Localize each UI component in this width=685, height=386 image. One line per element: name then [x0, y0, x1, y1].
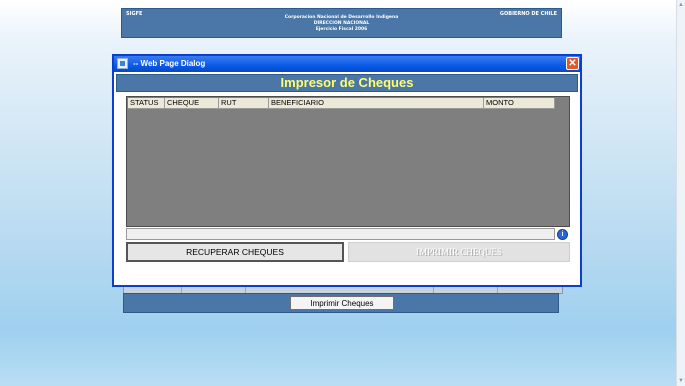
dialog-header: Impresor de Cheques: [116, 74, 578, 92]
column-status[interactable]: STATUS: [128, 98, 165, 109]
recuperar-cheques-button[interactable]: RECUPERAR CHEQUES: [126, 242, 344, 262]
background-print-button[interactable]: Imprimir Cheques: [290, 296, 394, 310]
scroll-up-icon[interactable]: ▲: [678, 2, 684, 8]
column-beneficiario[interactable]: BENEFICIARIO: [269, 98, 484, 109]
grid-header: STATUS CHEQUE RUT BENEFICIARIO MONTO: [128, 98, 555, 109]
scroll-down-icon[interactable]: ▼: [678, 378, 684, 384]
web-page-dialog-icon: [117, 58, 128, 69]
column-monto[interactable]: MONTO: [484, 98, 555, 109]
banner-center-text: Corporacion Nacional de Desarrollo Indig…: [122, 15, 561, 33]
app-banner: SIGFE GOBIERNO DE CHILE Corporacion Naci…: [121, 8, 562, 38]
close-icon[interactable]: ✕: [566, 57, 579, 70]
cheques-grid[interactable]: STATUS CHEQUE RUT BENEFICIARIO MONTO: [126, 96, 570, 227]
info-icon[interactable]: i: [557, 229, 568, 240]
dialog-titlebar[interactable]: -- Web Page Dialog ✕: [114, 56, 580, 72]
dialog-title: -- Web Page Dialog: [133, 59, 206, 68]
banner-line-3: Ejercicio Fiscal 2006: [315, 27, 368, 32]
column-rut[interactable]: RUT: [219, 98, 269, 109]
dialog-footer: [116, 272, 578, 283]
web-page-dialog: -- Web Page Dialog ✕ Impresor de Cheques…: [112, 54, 582, 287]
column-cheque[interactable]: CHEQUE: [165, 98, 219, 109]
status-strip: [126, 228, 555, 240]
page-scrollbar[interactable]: ▲ ▼: [676, 0, 685, 386]
imprimir-cheques-button[interactable]: IMPRIMIR CHEQUES: [348, 242, 570, 262]
